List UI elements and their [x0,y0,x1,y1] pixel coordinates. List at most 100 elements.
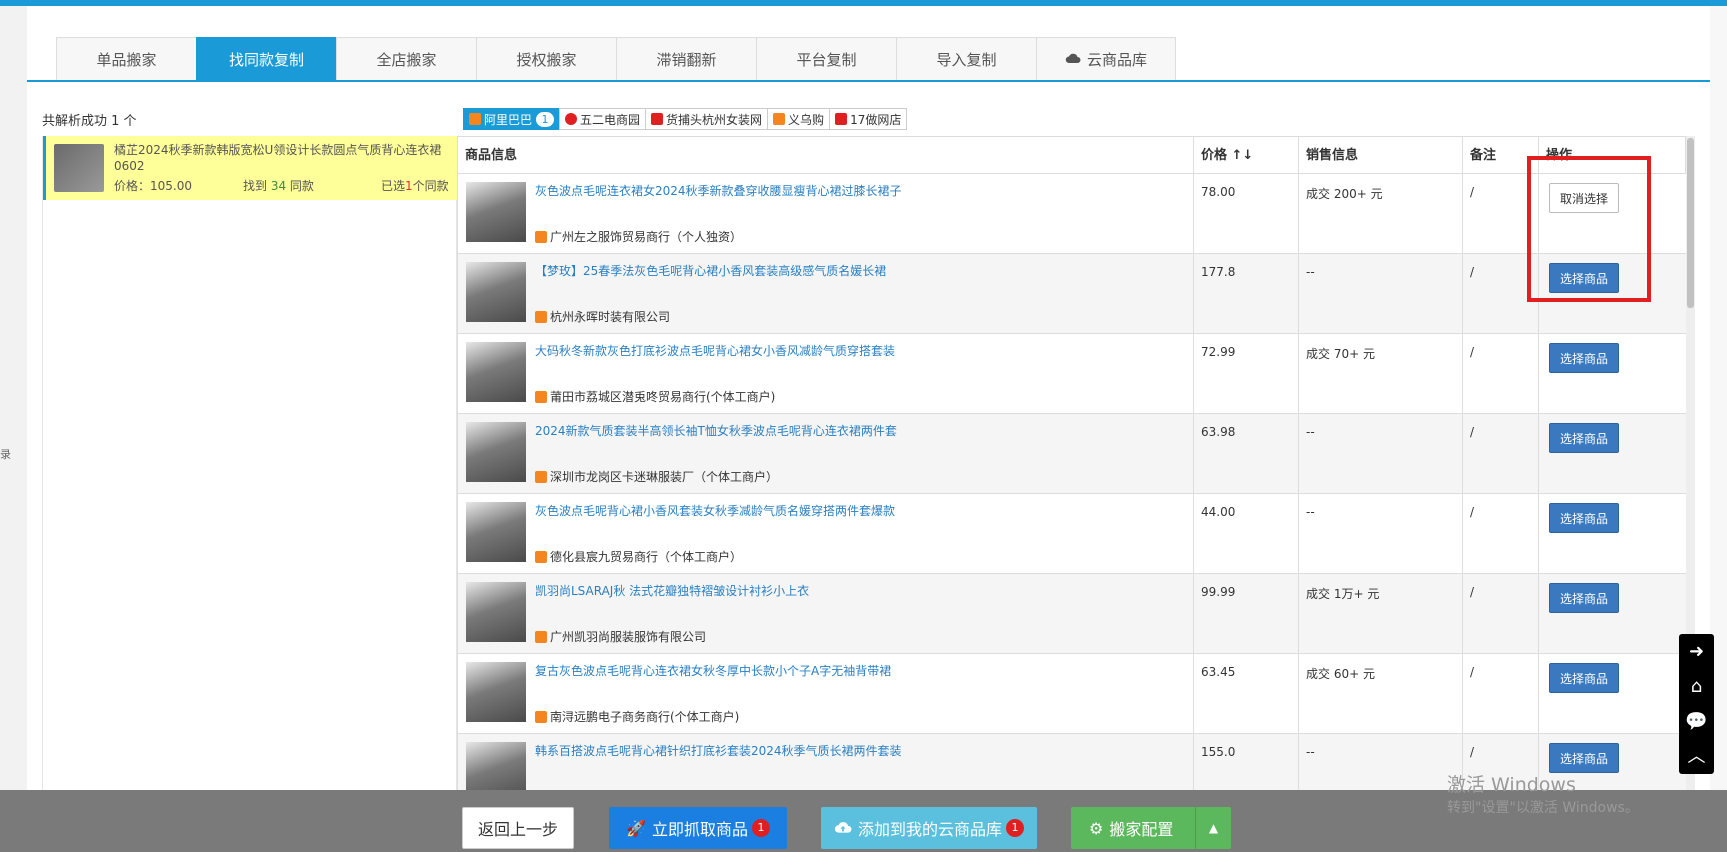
price-value: 63.45 [1201,665,1236,679]
table-row: 灰色波点毛呢连衣裙女2024秋季新款叠穿收腰显瘦背心裙过膝长裙子广州左之服饰贸易… [457,174,1686,254]
grab-now-button[interactable]: 🚀 立即抓取商品 1 [609,807,787,849]
note-value: / [1470,505,1475,519]
tab-label: 授权搬家 [516,50,577,69]
tab-whole-store[interactable]: 全店搬家 [336,37,476,81]
arrow-right-icon[interactable]: ➜ [1679,634,1714,669]
found-number: 34 [270,179,287,193]
tab-cloud-library[interactable]: 云商品库 [1036,37,1176,81]
shop-label: 莆田市荔城区潜兎咚贸易商行(个体工商户) [550,390,776,404]
cell-product-info: 灰色波点毛呢背心裙小香风套装女秋季减龄气质名媛穿搭两件套爆款 德化县宸九贸易商行（… [457,494,1193,574]
cell-action: 选择商品 [1538,414,1686,494]
source-tab-label: 货捕头杭州女装网 [666,112,763,127]
product-thumbnail[interactable] [466,422,526,482]
product-thumbnail[interactable] [466,502,526,562]
wuer-icon [565,113,578,125]
tab-label: 全店搬家 [376,50,437,69]
source-tab-17zwd[interactable]: 17做网店 [829,108,908,130]
alibaba-icon [535,550,547,563]
add-cloud-library-button[interactable]: 添加到我的云商品库 1 [821,807,1037,849]
header-price-sort[interactable]: 价格 ↑↓ [1193,137,1298,174]
tab-platform-copy[interactable]: 平台复制 [756,37,896,81]
product-title-link[interactable]: 【梦玫】25春季法灰色毛呢背心裙小香风套装高级感气质名媛长裙 [535,262,886,279]
product-thumbnail[interactable] [466,662,526,722]
select-product-button[interactable]: 选择商品 [1549,583,1619,613]
product-title-link[interactable]: 2024新款气质套装半高领长袖T恤女秋季波点毛呢背心连衣裙两件套 [535,422,897,439]
shop-name: 杭州永晖时装有限公司 [535,308,670,325]
shop-name: 南浔远鹏电子商务商行(个体工商户) [535,708,739,725]
product-title-link[interactable]: 灰色波点毛呢连衣裙女2024秋季新款叠穿收腰显瘦背心裙过膝长裙子 [535,182,902,199]
cell-action: 选择商品 [1538,574,1686,654]
tab-slow-renew[interactable]: 滞销翻新 [616,37,756,81]
product-title-link[interactable]: 凯羽尚LSARAJ秋 法式花瓣独特褶皱设计衬衫小上衣 [535,582,809,599]
chat-icon[interactable]: 💬 [1679,704,1714,739]
huobutou-icon [651,113,664,125]
price-value: 72.99 [1201,345,1236,359]
source-title: 橘芷2024秋季新款韩版宽松U领设计长款圆点气质背心连衣裙0602 [114,143,442,173]
source-tab-alibaba[interactable]: 阿里巴巴 1 [463,108,560,130]
note-value: / [1470,185,1475,199]
product-thumbnail[interactable] [466,262,526,322]
table-row: 大码秋冬新款灰色打底衫波点毛呢背心裙女小香风减龄气质穿搭套装莆田市荔城区潜兎咚贸… [457,334,1686,414]
select-product-button[interactable]: 选择商品 [1549,423,1619,453]
product-thumbnail[interactable] [466,582,526,642]
tab-label: 云商品库 [1086,50,1147,69]
select-product-button[interactable]: 选择商品 [1549,743,1619,773]
cell-action: 选择商品 [1538,654,1686,734]
note-value: / [1470,665,1475,679]
cell-product-info: 2024新款气质套装半高领长袖T恤女秋季波点毛呢背心连衣裙两件套 深圳市龙岗区卡迷… [457,414,1193,494]
source-tab-label: 义乌购 [788,112,825,127]
source-item[interactable]: 橘芷2024秋季新款韩版宽松U领设计长款圆点气质背心连衣裙0602 价格：105… [43,136,458,200]
alibaba-icon [535,230,547,243]
sales-value: 成交 60+ 元 [1306,667,1375,681]
select-product-button[interactable]: 选择商品 [1549,343,1619,373]
product-thumbnail[interactable] [466,182,526,242]
header-product-info: 商品信息 [457,137,1193,174]
product-title-link[interactable]: 韩系百搭波点毛呢背心裙针织打底衫套装2024秋季气质长裙两件套装 [535,742,902,759]
chevron-up-icon[interactable]: ︿ [1679,739,1714,774]
picked-number: 1 [405,179,413,193]
source-tab-yiwugou[interactable]: 义乌购 [767,108,830,130]
alibaba-icon [535,390,547,403]
move-config-button[interactable]: ⚙ 搬家配置 ▲ [1071,807,1231,849]
17zwd-icon [835,113,848,125]
tab-find-same-copy[interactable]: 找同款复制 [196,37,336,81]
grab-label: 立即抓取商品 [651,820,748,839]
cell-sales: -- [1298,414,1462,494]
home-icon[interactable]: ⌂ [1679,669,1714,704]
sales-value: 成交 200+ 元 [1306,187,1383,201]
tab-import-copy[interactable]: 导入复制 [896,37,1036,81]
cell-note: / [1462,414,1538,494]
shop-name: 德化县宸九贸易商行（个体工商户） [535,548,742,565]
select-product-button[interactable]: 选择商品 [1549,503,1619,533]
cell-price: 63.45 [1193,654,1298,734]
scrollbar-thumb[interactable] [1687,138,1694,308]
tab-single-move[interactable]: 单品搬家 [56,37,196,81]
select-product-button[interactable]: 选择商品 [1549,663,1619,693]
product-title-link[interactable]: 灰色波点毛呢背心裙小香风套装女秋季减龄气质名媛穿搭两件套爆款 [535,502,895,519]
source-tab-huobutou[interactable]: 货捕头杭州女装网 [645,108,768,130]
cell-sales: 成交 70+ 元 [1298,334,1462,414]
source-tab-52[interactable]: 五二电商园 [559,108,646,130]
source-found-count: 找到 34 同款 [243,177,314,194]
tab-label: 导入复制 [936,50,997,69]
cell-note: / [1462,654,1538,734]
shop-label: 广州左之服饰贸易商行（个人独资） [550,230,743,244]
floating-nav: ➜ ⌂ 💬 ︿ [1679,634,1714,774]
back-button[interactable]: 返回上一步 [462,807,574,849]
caret-down-icon[interactable]: ▲ [1195,807,1231,849]
cell-product-info: 复古灰色波点毛呢背心连衣裙女秋冬厚中长款小个子A字无袖背带裙南浔远鹏电子商务商行… [457,654,1193,734]
cell-sales: -- [1298,494,1462,574]
shop-name: 广州凯羽尚服装服饰有限公司 [535,628,706,645]
cloud-upload-icon [834,819,852,838]
product-title-link[interactable]: 复古灰色波点毛呢背心连衣裙女秋冬厚中长款小个子A字无袖背带裙 [535,662,891,679]
table-row: 【梦玫】25春季法灰色毛呢背心裙小香风套装高级感气质名媛长裙 杭州永晖时装有限公司… [457,254,1686,334]
product-thumbnail[interactable] [466,342,526,402]
sales-value: -- [1306,505,1315,519]
note-value: / [1470,265,1475,279]
product-title-link[interactable]: 大码秋冬新款灰色打底衫波点毛呢背心裙女小香风减龄气质穿搭套装 [535,342,895,359]
gears-icon: ⚙ [1089,818,1104,838]
tab-authorized-move[interactable]: 授权搬家 [476,37,616,81]
shop-label: 南浔远鹏电子商务商行(个体工商户) [550,710,740,724]
yiwugou-icon [773,113,786,125]
cell-price: 44.00 [1193,494,1298,574]
